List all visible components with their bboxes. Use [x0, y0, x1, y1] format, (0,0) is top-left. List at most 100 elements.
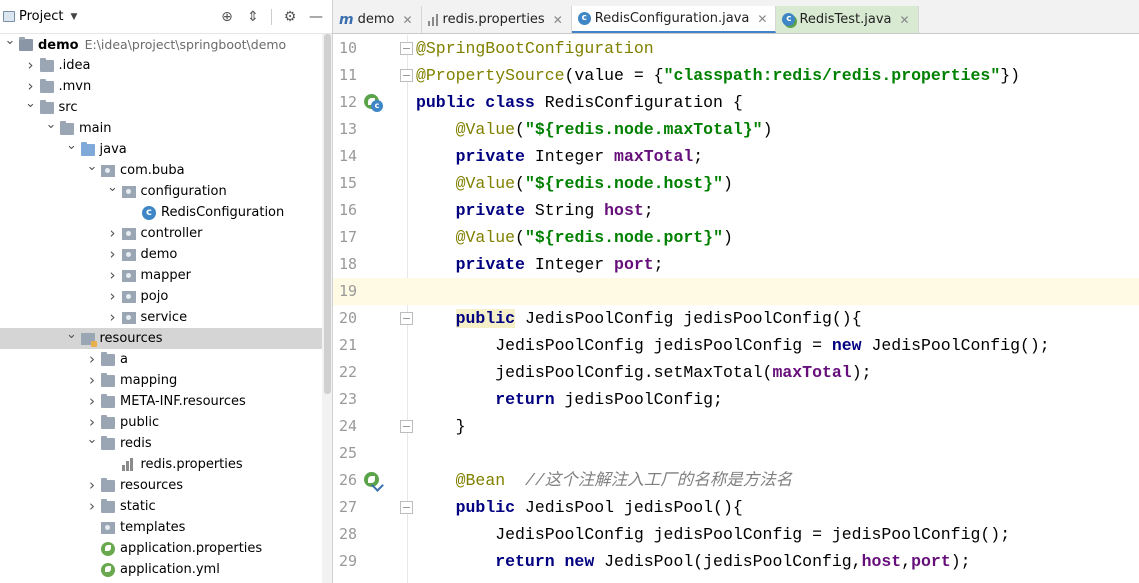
code-line[interactable]: 11 @PropertySource(value = {"classpath:re… — [333, 62, 1139, 89]
code-token: }) — [1000, 66, 1021, 85]
close-icon[interactable]: ✕ — [757, 12, 767, 26]
code-line[interactable]: 12 c public class RedisConfiguration { — [333, 89, 1139, 116]
fold-marker-icon[interactable] — [400, 501, 413, 514]
fold-marker-icon[interactable] — [400, 420, 413, 433]
tree-row[interactable]: ⌄ java — [0, 139, 322, 160]
tree-row[interactable]: › a — [0, 349, 322, 370]
code-line[interactable]: 15 @Value("${redis.node.host}") — [333, 170, 1139, 197]
chevron-right-icon[interactable]: › — [86, 349, 98, 370]
tree-row[interactable]: › mapper — [0, 265, 322, 286]
chevron-right-icon[interactable]: › — [107, 244, 119, 265]
tree-row[interactable]: ⌄ main — [0, 118, 322, 139]
chevron-down-icon[interactable]: ⌄ — [66, 328, 78, 349]
tree-row[interactable]: › demo — [0, 244, 322, 265]
code-line[interactable]: 16 private String host; — [333, 197, 1139, 224]
editor-tab[interactable]: m demo ✕ — [333, 6, 422, 33]
code-line[interactable]: 21 JedisPoolConfig jedisPoolConfig = new… — [333, 332, 1139, 359]
tree-row[interactable]: ⌄ src — [0, 97, 322, 118]
tree-row[interactable]: › .idea — [0, 55, 322, 76]
tree-row[interactable]: ⌄ redis — [0, 433, 322, 454]
tree-row[interactable]: › public — [0, 412, 322, 433]
code-text: JedisPoolConfig jedisPoolConfig = new Je… — [416, 332, 1050, 359]
class-badge-icon: c — [371, 100, 383, 112]
chevron-right-icon[interactable]: › — [86, 496, 98, 517]
chevron-right-icon[interactable]: › — [107, 286, 119, 307]
code-token: "classpath:redis/redis.properties" — [663, 66, 1001, 85]
close-icon[interactable]: ✕ — [900, 13, 910, 27]
tree-row[interactable]: application.properties — [0, 538, 322, 559]
code-line[interactable]: 29 return new JedisPool(jedisPoolConfig,… — [333, 548, 1139, 575]
chevron-right-icon[interactable]: › — [25, 76, 37, 97]
code-line[interactable]: 14 private Integer maxTotal; — [333, 143, 1139, 170]
tree-row[interactable]: › mapping — [0, 370, 322, 391]
chevron-down-icon[interactable]: ⌄ — [86, 160, 98, 181]
spring-bean-navigate-icon[interactable] — [364, 472, 384, 492]
code-line[interactable]: 10 @SpringBootConfiguration — [333, 35, 1139, 62]
code-line[interactable]: 22 jedisPoolConfig.setMaxTotal(maxTotal)… — [333, 359, 1139, 386]
chevron-down-icon[interactable]: ⌄ — [86, 433, 98, 454]
tree-item-text: application.yml — [120, 562, 220, 577]
fold-marker-icon[interactable] — [400, 69, 413, 82]
editor-tab[interactable]: c RedisTest.java ✕ — [776, 6, 919, 33]
class-icon: c — [142, 206, 156, 220]
code-line[interactable]: 20 public JedisPoolConfig jedisPoolConfi… — [333, 305, 1139, 332]
chevron-right-icon[interactable]: › — [86, 412, 98, 433]
chevron-right-icon[interactable]: › — [86, 391, 98, 412]
collapse-all-icon[interactable]: ⇕ — [245, 9, 261, 25]
tree-row[interactable]: redis.properties — [0, 454, 322, 475]
code-line[interactable]: 13 @Value("${redis.node.maxTotal}") — [333, 116, 1139, 143]
chevron-right-icon[interactable]: › — [107, 307, 119, 328]
chevron-right-icon[interactable]: › — [86, 475, 98, 496]
tree-row[interactable]: › static — [0, 496, 322, 517]
code-editor[interactable]: 10 @SpringBootConfiguration 11 @PropertySou… — [333, 35, 1139, 583]
dropdown-caret-icon[interactable]: ▼ — [70, 12, 77, 22]
code-line[interactable]: 19 — [333, 278, 1139, 305]
editor-tab[interactable]: c RedisConfiguration.java ✕ — [571, 6, 777, 33]
chevron-right-icon[interactable]: › — [107, 265, 119, 286]
folder-icon — [39, 100, 54, 114]
tree-item-label: a — [120, 349, 128, 370]
fold-marker-icon[interactable] — [400, 42, 413, 55]
package-icon — [121, 270, 136, 282]
tree-row[interactable]: › pojo — [0, 286, 322, 307]
tree-row[interactable]: › META-INF.resources — [0, 391, 322, 412]
tree-row[interactable]: ⌄ com.buba — [0, 160, 322, 181]
fold-marker-icon[interactable] — [400, 312, 413, 325]
project-panel-title[interactable]: Project — [19, 9, 63, 24]
editor-tab[interactable]: redis.properties ✕ — [422, 6, 572, 33]
minimize-icon[interactable]: — — [308, 9, 324, 25]
chevron-down-icon[interactable]: ⌄ — [45, 118, 57, 139]
tree-row[interactable]: › resources — [0, 475, 322, 496]
locate-icon[interactable]: ⊕ — [219, 9, 235, 25]
tree-row[interactable]: c RedisConfiguration — [0, 202, 322, 223]
chevron-right-icon[interactable]: › — [25, 55, 37, 76]
code-line[interactable]: 25 — [333, 440, 1139, 467]
tree-row[interactable]: › controller — [0, 223, 322, 244]
chevron-down-icon[interactable]: ⌄ — [66, 139, 78, 160]
tree-row[interactable]: application.yml — [0, 559, 322, 580]
code-line[interactable]: 27 public JedisPool jedisPool(){ — [333, 494, 1139, 521]
code-line[interactable]: 24 } — [333, 413, 1139, 440]
chevron-down-icon[interactable]: ⌄ — [25, 97, 37, 118]
spring-bean-class-icon[interactable]: c — [364, 94, 384, 112]
chevron-down-icon[interactable]: ⌄ — [4, 34, 16, 55]
code-line[interactable]: 26 @Bean //这个注解注入工厂的名称是方法名 — [333, 467, 1139, 494]
chevron-right-icon[interactable]: › — [86, 370, 98, 391]
tree-row[interactable]: › service — [0, 307, 322, 328]
tree-row[interactable]: › .mvn — [0, 76, 322, 97]
gear-icon[interactable]: ⚙ — [282, 9, 298, 25]
code-line[interactable]: 18 private Integer port; — [333, 251, 1139, 278]
tree-row[interactable]: ⌄ demo E:\idea\project\springboot\demo — [0, 34, 322, 55]
close-icon[interactable]: ✕ — [402, 13, 412, 27]
tree-row[interactable]: templates — [0, 517, 322, 538]
code-line[interactable]: 23 return jedisPoolConfig; — [333, 386, 1139, 413]
scrollbar-thumb[interactable] — [324, 34, 331, 394]
project-scrollbar[interactable] — [322, 34, 332, 583]
close-icon[interactable]: ✕ — [553, 13, 563, 27]
code-line[interactable]: 28 JedisPoolConfig jedisPoolConfig = jed… — [333, 521, 1139, 548]
tree-row[interactable]: ⌄ configuration — [0, 181, 322, 202]
chevron-down-icon[interactable]: ⌄ — [107, 181, 119, 202]
code-line[interactable]: 17 @Value("${redis.node.port}") — [333, 224, 1139, 251]
chevron-right-icon[interactable]: › — [107, 223, 119, 244]
tree-row[interactable]: ⌄ resources — [0, 328, 322, 349]
